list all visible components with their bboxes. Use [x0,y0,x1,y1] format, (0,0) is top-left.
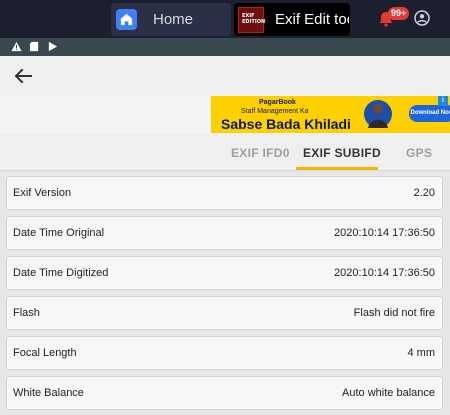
home-tab-label: Home [153,11,194,28]
tab-exif-subifd[interactable]: EXIF SUBIFD [303,146,381,160]
warning-icon [11,41,22,52]
account-icon[interactable] [414,10,430,26]
active-tab-indicator [296,167,378,170]
list-item[interactable]: Date Time Digitized 2020:10:14 17:36:50 [6,256,443,290]
app-bar [0,56,450,97]
ad-subtitle: Staff Management Ka [241,108,309,115]
ad-brand: PagarBook [259,99,296,106]
tab-exif-ifd0[interactable]: EXIF IFD0 [231,146,290,160]
notification-badge: 99+ [388,7,410,20]
row-value: 2.20 [413,187,435,199]
home-tab[interactable]: Home [111,3,231,36]
row-key: Exif Version [13,187,72,199]
row-value: Flash did not fire [353,307,435,319]
ad-info-icon[interactable]: i [438,96,448,106]
row-value: 2020:10:14 17:36:50 [334,267,435,279]
app-tab-label: Exif Edit toc [275,11,349,28]
row-key: Focal Length [13,347,77,359]
list-item[interactable]: Flash Flash did not fire [6,296,443,330]
status-bar [0,38,450,56]
app-tab[interactable]: EXIF EDITION Exif Edit toc [234,3,350,36]
row-key: Date Time Digitized [13,267,109,279]
ad-zone: PagarBook Staff Management Ka Sabse Bada… [0,96,450,134]
row-key: White Balance [13,387,84,399]
list-item[interactable]: Focal Length 4 mm [6,336,443,370]
ad-headline: Sabse Bada Khiladi [221,116,351,132]
ad-banner[interactable]: PagarBook Staff Management Ka Sabse Bada… [211,96,450,133]
app-thumb-text: EXIF EDITION [242,13,266,25]
list-item[interactable]: White Balance Auto white balance [6,376,443,410]
tab-bar: EXIF IFD0 EXIF SUBIFD GPS [0,134,450,171]
sd-card-icon [29,41,39,52]
play-store-icon [48,41,58,52]
row-value: 4 mm [407,347,436,359]
ad-download-button[interactable]: Download Now [409,105,450,122]
home-icon [116,9,137,30]
back-arrow-icon[interactable] [14,68,32,84]
row-key: Flash [13,307,40,319]
host-top-bar: Home EXIF EDITION Exif Edit toc 99+ [0,0,450,38]
row-value: Auto white balance [342,387,435,399]
list-item[interactable]: Date Time Original 2020:10:14 17:36:50 [6,216,443,250]
row-key: Date Time Original [13,227,105,239]
app-thumbnail-icon: EXIF EDITION [238,7,266,33]
tab-gps[interactable]: GPS [406,146,432,160]
ad-person-image [364,100,392,128]
row-value: 2020:10:14 17:36:50 [334,227,435,239]
list-item[interactable]: Exif Version 2.20 [6,176,443,210]
